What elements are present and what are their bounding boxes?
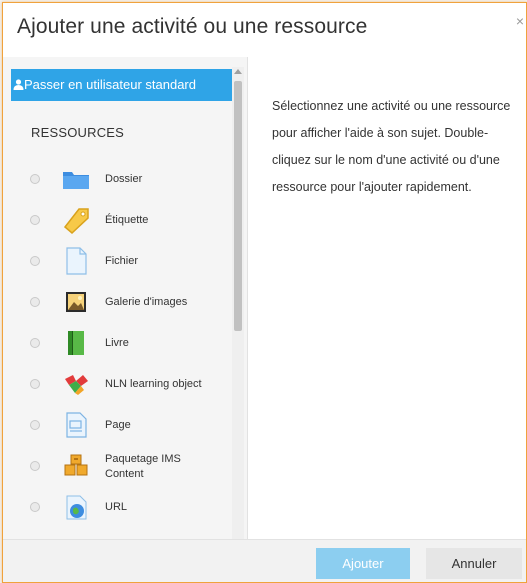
list-item-url[interactable]: URL [3, 489, 232, 529]
dialog-title: Ajouter une activité ou une ressource [17, 15, 368, 38]
help-panel: Sélectionnez une activité ou une ressour… [248, 57, 526, 539]
add-button[interactable]: Ajouter [316, 548, 410, 579]
list-item-galerie-images[interactable]: Galerie d'images [3, 284, 232, 324]
user-icon [13, 79, 24, 90]
item-label-line2: Content [105, 468, 144, 480]
section-title-resources: RESSOURCES [31, 125, 125, 140]
radio-button[interactable] [30, 215, 40, 225]
radio-button[interactable] [30, 461, 40, 471]
list-item-nln-learning-object[interactable]: NLN learning object [3, 366, 232, 406]
switch-to-standard-user-button[interactable]: Passer en utilisateur standard [11, 69, 232, 101]
list-item-paquetage-ims-content[interactable]: Paquetage IMS Content [3, 448, 232, 488]
radio-button[interactable] [30, 297, 40, 307]
item-label-line1: Paquetage IMS [105, 453, 181, 465]
book-icon [61, 328, 91, 358]
list-scrollbar[interactable] [232, 67, 244, 539]
resource-chooser-panel: Passer en utilisateur standard RESSOURCE… [3, 57, 248, 539]
item-label: NLN learning object [105, 378, 202, 390]
dialog-footer: Ajouter Annuler [3, 539, 526, 582]
ims-package-icon [61, 451, 91, 481]
image-gallery-icon [61, 287, 91, 317]
folder-icon [61, 164, 91, 194]
radio-button[interactable] [30, 256, 40, 266]
dialog-header: Ajouter une activité ou une ressource × [3, 3, 526, 58]
list-item-fichier[interactable]: Fichier [3, 243, 232, 283]
radio-button[interactable] [30, 420, 40, 430]
url-globe-icon [61, 492, 91, 522]
item-label: Livre [105, 337, 129, 349]
list-item-etiquette[interactable]: Étiquette [3, 202, 232, 242]
close-icon[interactable]: × [516, 13, 524, 29]
item-label: Galerie d'images [105, 296, 188, 308]
item-label: Page [105, 419, 131, 431]
item-label: Paquetage IMS Content [105, 452, 181, 482]
scroll-up-arrow-icon[interactable] [234, 69, 242, 74]
switch-button-label: Passer en utilisateur standard [24, 77, 196, 92]
radio-button[interactable] [30, 338, 40, 348]
item-label: URL [105, 501, 128, 513]
help-text: Sélectionnez une activité ou une ressour… [272, 99, 511, 194]
file-icon [61, 246, 91, 276]
nln-object-icon [61, 369, 91, 399]
radio-button[interactable] [30, 379, 40, 389]
scroll-thumb[interactable] [234, 81, 242, 331]
item-label: Dossier [105, 173, 143, 185]
cancel-button[interactable]: Annuler [426, 548, 522, 579]
list-item-dossier[interactable]: Dossier [3, 161, 232, 201]
tag-icon [61, 205, 91, 235]
radio-button[interactable] [30, 174, 40, 184]
radio-button[interactable] [30, 502, 40, 512]
add-activity-dialog: Ajouter une activité ou une ressource × … [2, 2, 527, 583]
list-item-page[interactable]: Page [3, 407, 232, 447]
item-label: Fichier [105, 255, 139, 267]
list-item-livre[interactable]: Livre [3, 325, 232, 365]
item-label: Étiquette [105, 214, 149, 226]
page-icon [61, 410, 91, 440]
